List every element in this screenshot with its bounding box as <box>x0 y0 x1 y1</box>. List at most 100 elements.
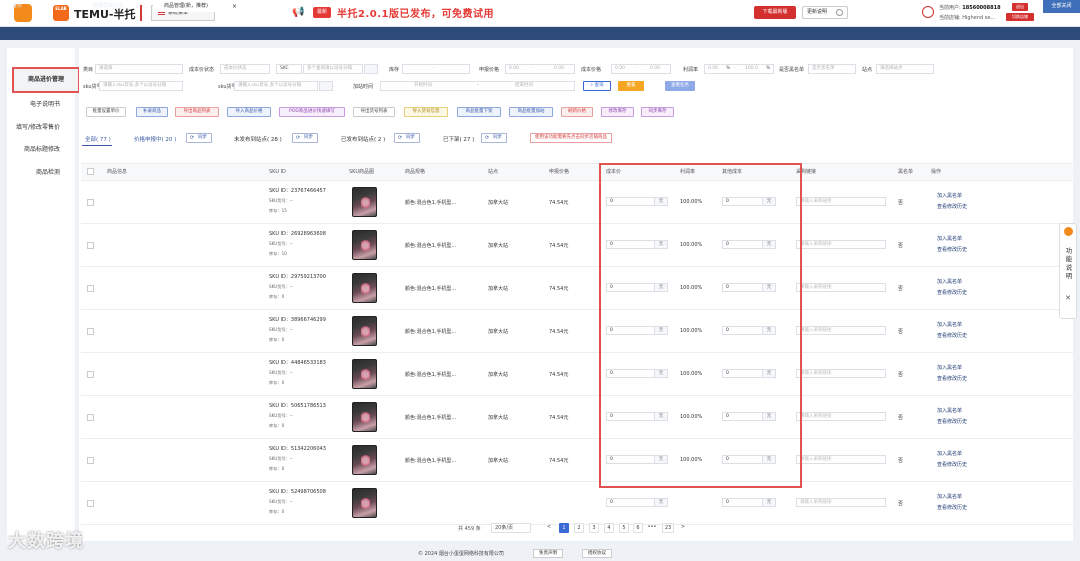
status-tab-unpublished[interactable]: 未发布到站点( 28 ) <box>234 135 282 143</box>
page-6[interactable]: 6 <box>633 523 643 533</box>
purchase-link-input[interactable]: 请输入采购链接 <box>796 283 886 292</box>
add-blacklist-link[interactable]: 加入黑名单 <box>937 192 962 199</box>
close-icon[interactable]: × <box>232 1 237 12</box>
page-ellipsis[interactable]: ••• <box>647 523 657 533</box>
cost-price-range[interactable]: 0.00 - 0.00 <box>611 64 671 74</box>
sync-stock-button[interactable]: 同步库存 <box>641 107 674 117</box>
view-task-button[interactable]: 查看任务 <box>665 81 695 91</box>
query-button[interactable]: ⌕ 查询 <box>583 81 611 91</box>
supplement-product-button[interactable]: 补录商品 <box>136 107 168 117</box>
row-checkbox[interactable] <box>87 457 94 464</box>
sku-thumbnail[interactable] <box>352 187 377 217</box>
purchase-link-input[interactable]: 请输入采购链接 <box>796 240 886 249</box>
sku-batch-icon[interactable] <box>364 64 378 74</box>
sync-button[interactable]: 同步 <box>394 133 420 143</box>
add-time-range[interactable]: 开始时间 - 结束时间 <box>380 81 575 91</box>
view-history-link[interactable]: 查看修改历史 <box>937 375 967 382</box>
add-blacklist-link[interactable]: 加入黑名单 <box>937 493 962 500</box>
modify-stock-button[interactable]: 修改库存 <box>601 107 634 117</box>
row-checkbox[interactable] <box>87 371 94 378</box>
announcement-text[interactable]: 半托2.0.1版已发布，可免费试用 <box>337 5 494 20</box>
declare-price-range[interactable]: 0.00 - 0.00 <box>505 64 575 74</box>
site-select[interactable]: 请选择站点 <box>876 64 934 74</box>
tab-home[interactable]: 首页 <box>4 1 60 12</box>
stock-input[interactable]: - <box>402 64 470 74</box>
prev-page-button[interactable]: < <box>544 523 554 533</box>
add-blacklist-link[interactable]: 加入黑名单 <box>937 407 962 414</box>
import-price-button[interactable]: 导入商品价格 <box>227 107 271 117</box>
tab-menu-icon[interactable] <box>1029 2 1038 10</box>
purchase-link-input[interactable]: 请输入采购链接 <box>796 326 886 335</box>
sku-no-input[interactable]: 请输入sku货号,多个以逗号分隔 <box>99 81 183 91</box>
status-tab-delisted[interactable]: 已下架( 27 ) <box>443 135 474 143</box>
view-history-link[interactable]: 查看修改历史 <box>937 246 967 253</box>
page-1[interactable]: 1 <box>559 523 569 533</box>
blacklist-select[interactable]: 是否黑名单 <box>808 64 856 74</box>
other-cost-input[interactable]: 0元 <box>722 498 776 507</box>
sku-thumbnail[interactable] <box>352 230 377 260</box>
sku-no-batch-icon[interactable] <box>319 81 333 91</box>
sidebar-item-manual[interactable]: 电子说明书 <box>0 99 68 108</box>
close-icon[interactable]: × <box>141 1 146 12</box>
select-all-checkbox[interactable] <box>87 168 94 175</box>
margin-range[interactable]: 0.00% -100.0% <box>704 64 774 74</box>
view-history-link[interactable]: 查看修改历史 <box>937 504 967 511</box>
switch-shop-button[interactable]: 切换店铺 <box>1006 13 1034 21</box>
cost-status-select[interactable]: 成本价状态 <box>220 64 270 74</box>
page-2[interactable]: 2 <box>574 523 584 533</box>
page-23[interactable]: 23 <box>662 523 674 533</box>
purchase-link-input[interactable]: 请输入采购链接 <box>796 197 886 206</box>
purchase-link-input[interactable]: 请输入采购链接 <box>796 455 886 464</box>
status-tab-declaring[interactable]: 价格申报中( 20 ) <box>134 135 176 143</box>
row-checkbox[interactable] <box>87 500 94 507</box>
status-tab-published[interactable]: 已发布到站点( 2 ) <box>341 135 385 143</box>
sku-thumbnail[interactable] <box>352 273 377 303</box>
pod-quick-fill-button[interactable]: POD商品进价快速填写 <box>279 107 345 117</box>
row-checkbox[interactable] <box>87 199 94 206</box>
row-checkbox[interactable] <box>87 328 94 335</box>
sku-thumbnail[interactable] <box>352 402 377 432</box>
row-checkbox[interactable] <box>87 414 94 421</box>
export-sku-list-button[interactable]: 导出货号列表 <box>353 107 395 117</box>
add-blacklist-link[interactable]: 加入黑名单 <box>937 321 962 328</box>
sku-thumbnail[interactable] <box>352 316 377 346</box>
sku-type-select[interactable]: SKC <box>276 64 302 74</box>
page-size-select[interactable]: 20条/页 <box>491 523 531 533</box>
sidebar-item-detection[interactable]: 商品检测 <box>0 167 68 176</box>
sync-button[interactable]: 同步 <box>292 133 318 143</box>
download-latest-button[interactable]: 下载最新版 <box>754 6 796 19</box>
category-select[interactable]: 请选择 <box>95 64 183 74</box>
close-all-tabs-button[interactable]: 全部关闭 <box>1043 0 1080 13</box>
page-5[interactable]: 5 <box>619 523 629 533</box>
view-history-link[interactable]: 查看修改历史 <box>937 461 967 468</box>
sidebar-item-title-edit[interactable]: 商品标题修改 <box>0 144 68 153</box>
sidebar-item-cost-management[interactable]: 商品进价管理 <box>12 67 80 93</box>
license-link[interactable]: 授权协议 <box>582 549 612 558</box>
feature-help-panel[interactable]: 功能说明 ✕ <box>1059 223 1077 319</box>
view-history-link[interactable]: 查看修改历史 <box>937 332 967 339</box>
export-products-button[interactable]: 导出商品列表 <box>175 107 219 117</box>
sku-thumbnail[interactable] <box>352 488 377 518</box>
page-4[interactable]: 4 <box>604 523 614 533</box>
import-sku-info-button[interactable]: 导入货号信息 <box>404 107 448 117</box>
batch-delist-button[interactable]: 商品批量下架 <box>457 107 501 117</box>
sync-button[interactable]: 同步 <box>481 133 507 143</box>
close-icon[interactable]: ✕ <box>1060 292 1076 304</box>
add-blacklist-link[interactable]: 加入黑名单 <box>937 450 962 457</box>
batch-add-site-button[interactable]: 商品批量加站 <box>509 107 553 117</box>
tab-product-management[interactable]: 商品管理(新，推荐) × <box>153 1 242 12</box>
purchase-link-input[interactable]: 请输入采购链接 <box>796 412 886 421</box>
update-notes-button[interactable]: 更新说明 <box>802 6 848 19</box>
sku-no-input-2[interactable]: 请输入sku货号,多个以逗号分隔 <box>234 81 318 91</box>
sku-search-input[interactable]: 多个查询请以逗号分隔 <box>303 64 363 74</box>
sku-thumbnail[interactable] <box>352 359 377 389</box>
sku-thumbnail[interactable] <box>352 445 377 475</box>
sidebar-item-retail-price[interactable]: 填写/修改零售价 <box>0 122 68 131</box>
cost-input[interactable]: 0元 <box>606 498 668 507</box>
next-page-button[interactable]: > <box>678 523 688 533</box>
add-blacklist-link[interactable]: 加入黑名单 <box>937 235 962 242</box>
logout-button[interactable]: 退出 <box>1012 3 1028 11</box>
purchase-link-input[interactable]: 请输入采购链接 <box>796 369 886 378</box>
batch-set-price-button[interactable]: 批量设置单价 <box>86 107 126 117</box>
purchase-link-input[interactable]: 请输入采购链接 <box>796 498 886 507</box>
